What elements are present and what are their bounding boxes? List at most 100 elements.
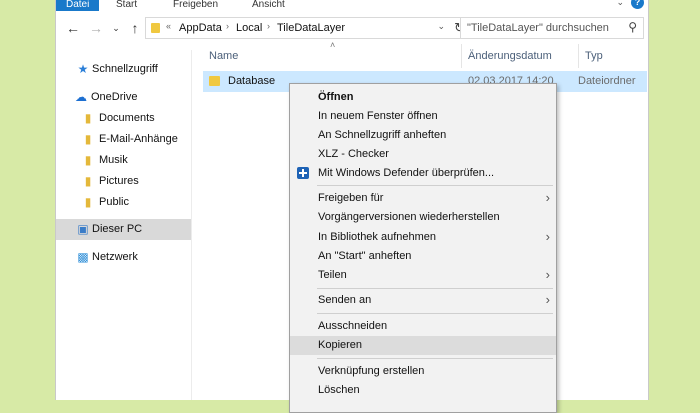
sidebar-item-label: Dieser PC — [92, 223, 143, 235]
pc-icon: ▣ — [77, 222, 89, 236]
history-dropdown-icon[interactable]: ⌄ — [108, 20, 124, 36]
sidebar-item-label: Documents — [99, 112, 155, 124]
menu-item-label: In Bibliothek aufnehmen — [318, 231, 437, 243]
menu-item-kopieren[interactable]: Kopieren — [290, 336, 556, 355]
menu-item-neues-fenster[interactable]: In neuem Fenster öffnen — [290, 107, 556, 126]
chevron-right-icon[interactable]: « — [166, 21, 171, 31]
sidebar-item-pictures[interactable]: ▮ Pictures — [56, 171, 191, 192]
menu-separator — [317, 358, 553, 359]
menu-item-vorgaengerversionen[interactable]: Vorgängerversionen wiederherstellen — [290, 208, 556, 227]
menu-item-verknuepfung[interactable]: Verknüpfung erstellen — [290, 362, 556, 381]
menu-item-label: Kopieren — [318, 339, 363, 351]
menu-item-label: In neuem Fenster öffnen — [318, 110, 438, 122]
sidebar-item-label: E-Mail-Anhänge — [99, 133, 178, 145]
folder-icon: ▮ — [84, 132, 92, 146]
sidebar-item-label: Public — [99, 196, 129, 208]
menu-item-start-anheften[interactable]: An "Start" anheften — [290, 247, 556, 266]
sidebar-item-label: Musik — [99, 154, 128, 166]
folder-icon: ▮ — [84, 195, 92, 209]
menu-item-ausschneiden[interactable]: Ausschneiden — [290, 317, 556, 336]
column-divider[interactable] — [578, 44, 579, 68]
folder-icon: ▮ — [84, 153, 92, 167]
menu-item-senden-an[interactable]: Senden an › — [290, 291, 556, 310]
sidebar-item-label: OneDrive — [91, 91, 138, 103]
forward-arrow-icon[interactable]: → — [88, 20, 104, 36]
chevron-right-icon: › — [545, 292, 550, 307]
sidebar-item-documents[interactable]: ▮ Documents — [56, 108, 191, 129]
breadcrumb-tiledatalayer[interactable]: TileDataLayer — [277, 22, 345, 34]
tab-datei[interactable]: Datei — [56, 0, 100, 11]
menu-item-bibliothek[interactable]: In Bibliothek aufnehmen › — [290, 228, 556, 247]
menu-separator — [317, 313, 553, 314]
file-name: Database — [228, 75, 276, 87]
search-box[interactable]: "TileDataLayer" durchsuchen ⚲ — [460, 17, 644, 39]
sidebar-item-dieser-pc[interactable]: ▣ Dieser PC — [56, 219, 191, 240]
chevron-down-icon[interactable]: ⌄ — [437, 21, 445, 32]
chevron-right-icon: › — [545, 190, 550, 205]
menu-item-label: XLZ - Checker — [318, 148, 389, 160]
menu-item-label: Löschen — [318, 384, 360, 396]
menu-item-xlz-checker[interactable]: XLZ - Checker — [290, 145, 556, 164]
menu-item-label: Mit Windows Defender überprüfen... — [318, 167, 495, 179]
chevron-right-icon[interactable]: › — [267, 21, 270, 31]
navigation-pane: ★ Schnellzugriff ☁ OneDrive ▮ Documents … — [56, 50, 192, 400]
sidebar-item-musik[interactable]: ▮ Musik — [56, 150, 191, 171]
menu-separator — [317, 288, 553, 289]
menu-item-freigeben-fuer[interactable]: Freigeben für › — [290, 189, 556, 208]
menu-item-loeschen[interactable]: Löschen — [290, 381, 556, 400]
up-arrow-icon[interactable]: ↑ — [127, 20, 143, 36]
column-header-name[interactable]: Name — [209, 50, 238, 62]
file-type: Dateiordner — [578, 75, 636, 87]
folder-icon: ▮ — [84, 174, 92, 188]
star-icon: ★ — [77, 62, 89, 76]
column-header-date[interactable]: Änderungsdatum — [468, 50, 552, 62]
menu-item-label: Ausschneiden — [318, 320, 388, 332]
sort-ascending-icon: ˄ — [330, 40, 336, 50]
folder-icon: ▮ — [84, 111, 92, 125]
menu-item-windows-defender[interactable]: Mit Windows Defender überprüfen... — [290, 164, 556, 183]
navigation-bar: ← → ⌄ ↑ « AppData › Local › TileDataLaye… — [56, 14, 648, 44]
search-icon[interactable]: ⚲ — [628, 20, 637, 34]
menu-item-label: Senden an — [318, 294, 372, 306]
sidebar-item-netzwerk[interactable]: ▩ Netzwerk — [56, 247, 191, 268]
sidebar-item-label: Pictures — [99, 175, 139, 187]
folder-icon — [209, 76, 220, 86]
sidebar-item-email-anhaenge[interactable]: ▮ E-Mail-Anhänge — [56, 129, 191, 150]
menu-item-teilen[interactable]: Teilen › — [290, 266, 556, 285]
sidebar-item-label: Schnellzugriff — [92, 63, 158, 75]
column-divider[interactable] — [461, 44, 462, 68]
address-bar[interactable]: « AppData › Local › TileDataLayer ⌄ ↻ — [145, 17, 472, 39]
network-icon: ▩ — [77, 250, 89, 264]
shield-icon — [297, 167, 309, 179]
menu-item-label: Freigeben für — [318, 192, 384, 204]
ribbon-tabs: Datei Start Freigeben Ansicht ⌄ ? — [56, 0, 648, 12]
chevron-down-icon[interactable]: ⌄ — [616, 0, 624, 8]
menu-item-label: An "Start" anheften — [318, 250, 412, 262]
search-input[interactable]: "TileDataLayer" durchsuchen — [467, 22, 609, 34]
tab-ansicht[interactable]: Ansicht — [252, 0, 285, 11]
breadcrumb-local[interactable]: Local — [236, 22, 262, 34]
chevron-right-icon: › — [545, 267, 550, 282]
menu-item-label: Verknüpfung erstellen — [318, 365, 425, 377]
column-header-type[interactable]: Typ — [585, 50, 603, 62]
menu-item-label: An Schnellzugriff anheften — [318, 129, 447, 141]
chevron-right-icon: › — [545, 229, 550, 244]
sidebar-item-label: Netzwerk — [92, 251, 138, 263]
chevron-right-icon[interactable]: › — [226, 21, 229, 31]
menu-item-label: Öffnen — [318, 91, 354, 103]
menu-separator — [317, 185, 553, 186]
menu-item-schnellzugriff-anheften[interactable]: An Schnellzugriff anheften — [290, 126, 556, 145]
back-arrow-icon[interactable]: ← — [65, 20, 81, 36]
tab-freigeben[interactable]: Freigeben — [173, 0, 218, 11]
breadcrumb-appdata[interactable]: AppData — [179, 22, 222, 34]
help-icon[interactable]: ? — [631, 0, 644, 9]
sidebar-item-public[interactable]: ▮ Public — [56, 192, 191, 213]
menu-item-oeffnen[interactable]: Öffnen — [290, 88, 556, 107]
sidebar-item-onedrive[interactable]: ☁ OneDrive — [56, 87, 191, 108]
folder-icon — [151, 23, 160, 33]
cloud-icon: ☁ — [75, 90, 87, 104]
sidebar-item-schnellzugriff[interactable]: ★ Schnellzugriff — [56, 59, 191, 80]
menu-item-label: Vorgängerversionen wiederherstellen — [318, 211, 500, 223]
context-menu: Öffnen In neuem Fenster öffnen An Schnel… — [289, 83, 557, 413]
tab-start[interactable]: Start — [116, 0, 137, 11]
